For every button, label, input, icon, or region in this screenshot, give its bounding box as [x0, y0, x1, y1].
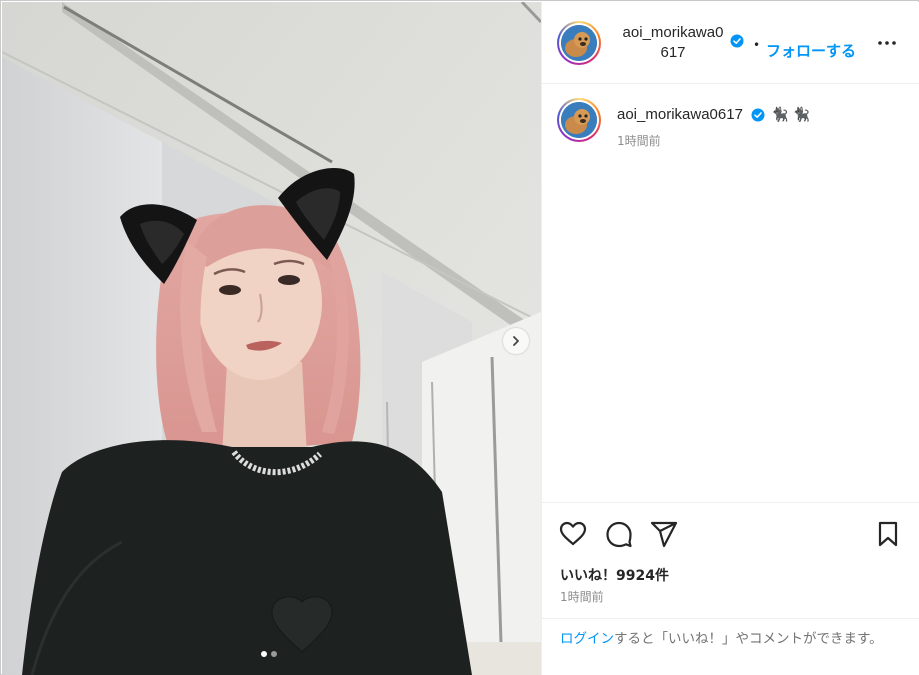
post-photo[interactable]: [2, 2, 541, 675]
avatar[interactable]: [557, 21, 601, 65]
carousel-dot: [271, 651, 277, 657]
carousel-dot-active: [261, 651, 267, 657]
verified-badge-icon: [730, 34, 744, 48]
follow-button[interactable]: フォローする: [766, 41, 856, 61]
heart-icon[interactable]: [558, 519, 588, 549]
username-line-2: 617: [660, 44, 686, 61]
avatar-image: [561, 102, 597, 138]
separator-dot: •: [753, 38, 761, 52]
caption-text: 🐈‍⬛ 🐈‍⬛: [771, 107, 811, 123]
action-bar: [542, 502, 919, 562]
profile-username[interactable]: aoi_morikawa0 617: [617, 23, 729, 63]
verified-badge-icon: [751, 108, 765, 122]
login-prompt: ログインすると「いいね！」やコメントができます。: [542, 618, 919, 675]
login-prompt-text: ログインすると「いいね！」やコメントができます。: [560, 629, 905, 650]
comment-icon[interactable]: [604, 519, 634, 549]
post-side-panel: aoi_morikawa0 617 • フォローする aoi_morikawa0…: [541, 2, 919, 675]
likes-count[interactable]: いいね！9924件: [560, 566, 669, 586]
post-timestamp[interactable]: 1時間前: [560, 589, 604, 605]
login-prompt-message: すると「いいね！」やコメントができます。: [614, 631, 883, 647]
more-options-icon[interactable]: [875, 35, 899, 51]
next-photo-button[interactable]: [503, 328, 529, 354]
bookmark-icon[interactable]: [873, 519, 903, 549]
photo-illustration: [2, 2, 541, 675]
login-link[interactable]: ログイン: [560, 631, 614, 647]
caption-avatar[interactable]: [557, 98, 601, 142]
instagram-embed: aoi_morikawa0 617 • フォローする aoi_morikawa0…: [0, 0, 919, 675]
share-icon[interactable]: [649, 519, 679, 549]
caption-timestamp: 1時間前: [617, 134, 661, 148]
username-line-1: aoi_morikawa0: [622, 24, 724, 41]
post-header: aoi_morikawa0 617 • フォローする: [542, 2, 919, 84]
avatar-image: [561, 25, 597, 61]
carousel-indicator: [261, 651, 277, 657]
chevron-right-icon: [513, 336, 519, 346]
caption-username[interactable]: aoi_morikawa0617: [617, 105, 743, 125]
